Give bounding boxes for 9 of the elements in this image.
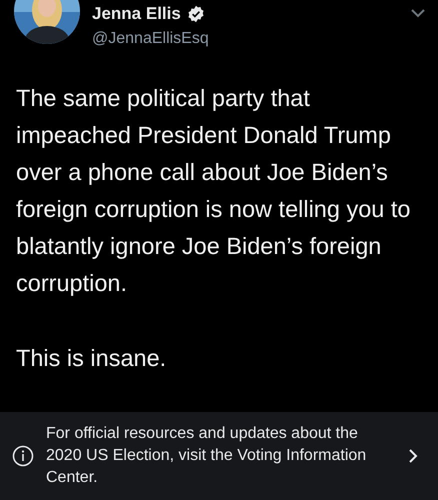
- election-notice[interactable]: For official resources and updates about the 2020 US Election, visit the Voting Information Center.: [0, 412, 438, 500]
- chevron-right-icon: [408, 448, 418, 464]
- tweet-text: The same political party that impeached President Donald Trump over a phone call about Joe Biden’s foreign corruption is now telling you to blatantly ignore Joe Biden’s foreign corruption.: [16, 84, 412, 298]
- author-name[interactable]: Jenna Ellis: [92, 4, 181, 24]
- notice-text: For official resources and updates about the 2020 US Election, visit the Voting Information Center.: [46, 424, 368, 488]
- tweet-text: This is insane.: [16, 344, 168, 373]
- author-handle[interactable]: @JennaEllisEsq: [92, 30, 398, 48]
- info-icon: [12, 445, 34, 467]
- chevron-down-icon[interactable]: [410, 8, 426, 18]
